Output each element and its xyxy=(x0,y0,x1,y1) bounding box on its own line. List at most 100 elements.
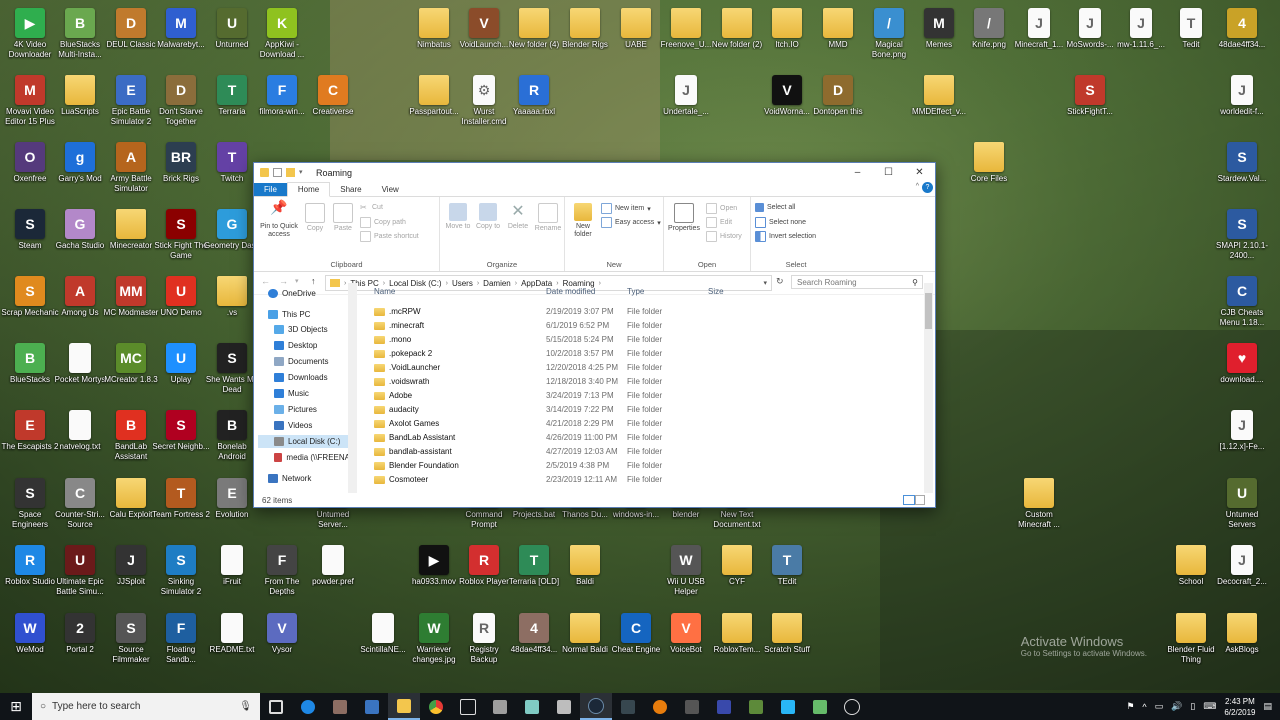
collapse-ribbon-icon[interactable]: ^ xyxy=(916,183,919,190)
file-row[interactable]: Cosmoteer 2/23/2019 12:11 AM File folder xyxy=(366,475,926,489)
desktop-icon-item[interactable]: Scratch Stuff xyxy=(758,610,816,674)
invert-selection-button[interactable]: Invert selection xyxy=(755,231,816,242)
details-view-icon[interactable] xyxy=(903,495,915,505)
notifications-icon[interactable]: ▤ xyxy=(1263,701,1272,712)
nav-item-onedrive[interactable]: OneDrive xyxy=(268,289,316,298)
file-row[interactable]: .VoidLauncher 12/20/2018 4:25 PM File fold… xyxy=(366,363,926,377)
desktop-icon-item[interactable]: K AppKiwi - Download ... xyxy=(253,5,311,69)
file-row[interactable]: Axolot Games 4/21/2018 2:29 PM File folder xyxy=(366,419,926,433)
nav-item-local-disk[interactable]: Local Disk (C:) xyxy=(258,435,350,448)
column-name[interactable]: Name xyxy=(374,287,395,296)
desktop-icon-item[interactable]: D Don't Starve Together xyxy=(152,72,210,136)
nav-item-videos[interactable]: Videos xyxy=(274,421,312,430)
desktop-icon-item[interactable]: J Undertale_... xyxy=(657,72,715,136)
desktop-icon-item[interactable]: Baldi xyxy=(556,542,614,606)
taskbar-edge[interactable] xyxy=(292,693,324,720)
taskbar-app-10[interactable] xyxy=(836,693,868,720)
minimize-button[interactable]: – xyxy=(842,163,873,182)
desktop-icon-item[interactable]: 2 Portal 2 xyxy=(51,610,109,674)
desktop-icon-item[interactable]: B BlueStacks Multi-Insta... xyxy=(51,5,109,69)
easy-access-button[interactable]: Easy access ▾ xyxy=(601,217,661,228)
taskbar-app-4[interactable] xyxy=(548,693,580,720)
nav-item-media-share[interactable]: media (\\FREENA xyxy=(274,453,350,462)
desktop-icon-item[interactable]: powder.pref xyxy=(304,542,362,606)
taskbar-app-7[interactable] xyxy=(708,693,740,720)
desktop-icon-item[interactable]: AskBlogs xyxy=(1213,610,1271,674)
properties-button[interactable]: Properties xyxy=(666,203,702,233)
desktop-icon-item[interactable]: School xyxy=(1162,542,1220,606)
file-row[interactable]: .minecraft 6/1/2019 6:52 PM File folder xyxy=(366,321,926,335)
nav-item-music[interactable]: Music xyxy=(274,389,309,398)
desktop-icon-item[interactable]: T Team Fortress 2 xyxy=(152,475,210,539)
desktop-icon-item[interactable]: Blender Fluid Thing xyxy=(1162,610,1220,674)
column-type[interactable]: Type xyxy=(627,287,644,296)
taskbar-file-explorer[interactable] xyxy=(388,693,420,720)
desktop-icon-item[interactable]: T TEdit xyxy=(758,542,816,606)
file-list-scrollbar[interactable] xyxy=(924,283,933,493)
desktop-icon-item[interactable]: J [1.12.x]-Fe... xyxy=(1213,407,1271,471)
desktop-icon-item[interactable]: M Malwarebyt... xyxy=(152,5,210,69)
maximize-button[interactable]: ☐ xyxy=(873,163,904,182)
taskbar-minecraft[interactable] xyxy=(740,693,772,720)
desktop-icon-item[interactable]: S SMAPI 2.10.1-2400... xyxy=(1213,206,1271,270)
file-row[interactable]: .voidswrath 12/18/2018 3:40 PM File folder xyxy=(366,377,926,391)
desktop-icon-item[interactable]: Blender Rigs xyxy=(556,5,614,69)
taskbar-steam[interactable] xyxy=(580,693,612,720)
nav-item-desktop[interactable]: Desktop xyxy=(274,341,317,350)
taskbar-blender[interactable] xyxy=(644,693,676,720)
title-bar[interactable]: ▾ Roaming – ☐ ✕ xyxy=(254,163,935,182)
desktop-icon-item[interactable]: J Decocraft_2... xyxy=(1213,542,1271,606)
desktop-icon-item[interactable]: U Untumed Servers xyxy=(1213,475,1271,539)
desktop-icon-item[interactable]: F Floating Sandb... xyxy=(152,610,210,674)
desktop-icon-item[interactable]: LuaScripts xyxy=(51,72,109,136)
desktop-icon-item[interactable]: MMDEffect_v... xyxy=(910,72,968,136)
desktop-icon-item[interactable]: V Vysor xyxy=(253,610,311,674)
file-row[interactable]: .pokepack 2 10/2/2018 3:57 PM File folder xyxy=(366,349,926,363)
pin-quick-access-button[interactable]: 📌 Pin to Quick access xyxy=(257,200,301,239)
file-row[interactable]: Blender Foundation 2/5/2019 4:38 PM File f… xyxy=(366,461,926,475)
nav-item-this-pc[interactable]: This PC xyxy=(268,310,310,319)
taskbar-app-5[interactable] xyxy=(612,693,644,720)
nav-scrollbar[interactable] xyxy=(348,283,357,493)
desktop-icon-item[interactable]: S Sinking Simulator 2 xyxy=(152,542,210,606)
desktop-icon-item[interactable]: S Stick Fight The Game xyxy=(152,206,210,270)
taskbar-chrome[interactable] xyxy=(420,693,452,720)
taskbar-app-2[interactable] xyxy=(484,693,516,720)
desktop-icon-item[interactable]: C CJB Cheats Menu 1.18... xyxy=(1213,273,1271,337)
move-to-button[interactable]: Move to xyxy=(444,203,472,231)
nav-item-pictures[interactable]: Pictures xyxy=(274,405,317,414)
paste-shortcut-button[interactable]: Paste shortcut xyxy=(360,231,419,242)
desktop-icon-item[interactable]: Custom Minecraft ... xyxy=(1010,475,1068,539)
desktop-icon-item[interactable]: T Terraria [OLD] xyxy=(505,542,563,606)
desktop-icon-item[interactable]: U Uplay xyxy=(152,340,210,404)
desktop-icon-item[interactable]: ♥ download.... xyxy=(1213,340,1271,404)
large-icons-view-icon[interactable] xyxy=(915,495,925,505)
nav-item-documents[interactable]: Documents xyxy=(274,357,328,366)
network-icon[interactable]: ▭ xyxy=(1155,701,1164,712)
desktop-icon-item[interactable]: D Dontopen this xyxy=(809,72,867,136)
desktop-icon-item[interactable]: F From The Depths xyxy=(253,542,311,606)
cut-button[interactable]: ✂ Cut xyxy=(360,203,383,212)
new-folder-button[interactable]: New folder xyxy=(569,203,597,239)
new-item-button[interactable]: New item ▾ xyxy=(601,203,651,214)
desktop-icon-item[interactable]: R Yaaaaa.rbxl xyxy=(505,72,563,136)
taskbar-mail[interactable] xyxy=(452,693,484,720)
help-icon[interactable]: ? xyxy=(922,182,933,193)
desktop-icon-item[interactable]: g Garry's Mod xyxy=(51,139,109,203)
desktop-icon-item[interactable]: U Ultimate Epic Battle Simu... xyxy=(51,542,109,606)
select-all-button[interactable]: Select all xyxy=(755,203,795,212)
desktop-icon-item[interactable]: S Stardew.Val... xyxy=(1213,139,1271,203)
copy-button[interactable]: Copy xyxy=(304,203,326,233)
desktop-icon-item[interactable]: J MoSwords-... xyxy=(1061,5,1119,69)
desktop-icon-item[interactable]: S StickFightT... xyxy=(1061,72,1119,136)
delete-button[interactable]: ✕ Delete xyxy=(504,203,532,231)
desktop-icon-item[interactable]: G Gacha Studio xyxy=(51,206,109,270)
desktop-icon-item[interactable]: Jworldedit-f... xyxy=(1213,72,1271,136)
tab-home[interactable]: Home xyxy=(286,182,331,197)
desktop-icon-item[interactable]: Pocket Mortys xyxy=(51,340,109,404)
show-hidden-icons-icon[interactable]: ^ xyxy=(1142,702,1146,712)
desktop-icon-item[interactable]: 4 48dae4ff34... xyxy=(505,610,563,674)
volume-icon[interactable]: 🔊 xyxy=(1171,701,1182,712)
column-date-modified[interactable]: Date modified xyxy=(546,287,595,296)
file-explorer-window[interactable]: ▾ Roaming – ☐ ✕ File Home Share View ^ ?… xyxy=(253,162,936,508)
